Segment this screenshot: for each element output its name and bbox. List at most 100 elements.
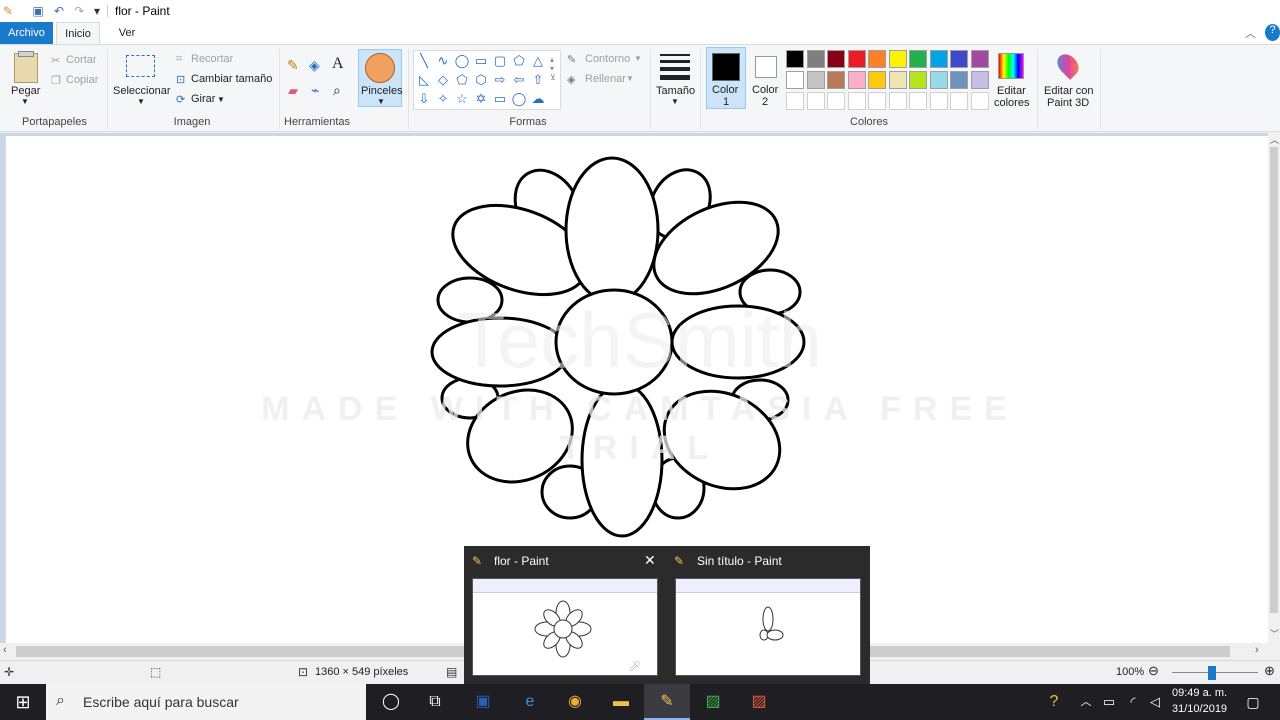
fill-dropdown-icon[interactable]: ▼ [626,74,634,83]
color2-swatch[interactable] [755,56,777,78]
palette-swatch[interactable] [827,92,845,110]
oval-callout-shape-icon[interactable]: ◯ [511,91,527,107]
tab-home[interactable]: Inicio [56,22,100,44]
polygon-shape-icon[interactable]: ⬠ [511,53,527,69]
palette-swatch[interactable] [929,92,948,110]
palette-swatch[interactable] [786,50,804,68]
palette-swatch[interactable] [868,71,886,89]
copy-button[interactable]: Copiar [66,74,98,86]
palette-swatch[interactable] [909,71,927,89]
scroll-up-icon[interactable]: ︿ [1270,133,1279,146]
palette-swatch[interactable] [970,71,989,89]
camtasia-green-icon[interactable]: ▨ [690,684,736,720]
four-point-star-shape-icon[interactable]: ✧ [435,91,451,107]
diamond-shape-icon[interactable]: ◇ [435,72,451,88]
palette-swatch[interactable] [786,71,804,89]
rectangle-shape-icon[interactable]: ▭ [473,53,489,69]
save-icon[interactable]: ▣ [30,3,46,19]
camtasia-recorder-icon[interactable]: ▨ [736,684,782,720]
tab-file[interactable]: Archivo [0,22,53,44]
palette-swatch[interactable] [929,50,948,68]
palette-swatch[interactable] [950,71,968,89]
palette-swatch[interactable] [806,50,825,68]
scroll-down-icon[interactable]: ﹀ [1270,627,1279,640]
outline-button[interactable]: Contorno [585,53,630,65]
volume-icon[interactable]: ◁ [1144,684,1166,720]
palette-swatch[interactable] [888,92,907,110]
palette-swatch[interactable] [806,92,825,110]
palette-swatch[interactable] [970,92,989,110]
select-dropdown-icon[interactable]: ▼ [137,97,145,106]
eraser-icon[interactable]: ▰ [288,83,298,99]
cloud-callout-shape-icon[interactable]: ☁ [530,91,546,107]
five-point-star-shape-icon[interactable]: ☆ [454,91,470,107]
oval-shape-icon[interactable]: ◯ [454,53,470,69]
show-hidden-icons-icon[interactable]: ︿ [1076,684,1096,720]
line-shape-icon[interactable]: ╲ [416,53,432,69]
tab-view[interactable]: Ver [108,22,146,44]
up-arrow-shape-icon[interactable]: ⇧ [530,72,546,88]
right-triangle-shape-icon[interactable]: ◺ [416,72,432,88]
size-button[interactable]: Tamaño [656,85,695,97]
shapes-scroll-icon[interactable]: ▴ ▾ ⊻ [550,55,556,82]
outline-dropdown-icon[interactable]: ▼ [634,54,642,63]
color-picker-icon[interactable]: ⌁ [311,82,319,99]
palette-swatch[interactable] [909,92,927,110]
palette-swatch[interactable] [827,50,845,68]
paint-taskbar-icon[interactable]: ✎ [644,684,690,720]
palette-swatch[interactable] [847,71,866,89]
select-icon[interactable] [126,55,155,77]
cortana-icon[interactable]: ◯ [368,684,414,720]
thumbnail-preview-untitled[interactable] [675,578,861,676]
help-tray-icon[interactable]: ? [1040,684,1068,720]
zoom-slider-thumb[interactable] [1208,666,1216,680]
cut-button[interactable]: Cortar [66,54,97,66]
palette-swatch[interactable] [868,50,886,68]
magnifier-icon[interactable]: ⌕ [333,82,341,99]
file-explorer-icon[interactable]: ▬ [598,684,644,720]
clock-date[interactable]: 31/10/2019 [1172,703,1227,715]
palette-swatch[interactable] [847,92,866,110]
brushes-dropdown-icon[interactable]: ▼ [377,97,385,106]
size-dropdown-icon[interactable]: ▼ [671,97,679,106]
palette-swatch[interactable] [786,92,804,110]
zoom-out-icon[interactable]: ⊖ [1148,663,1159,679]
windows-start-icon[interactable]: ⊞ [0,684,46,720]
pentagon-shape-icon[interactable]: ⬠ [454,72,470,88]
crop-button[interactable]: Recortar [191,53,233,65]
paint3d-icon[interactable] [1053,50,1083,80]
battery-icon[interactable]: ▭ [1098,684,1120,720]
notifications-icon[interactable]: ▢ [1238,684,1268,720]
palette-swatch[interactable] [909,50,927,68]
fill-button[interactable]: Rellenar [585,73,626,85]
palette-swatch[interactable] [827,71,845,89]
edit-colors-icon[interactable] [998,53,1024,79]
resize-button[interactable]: Cambiar tamaño [191,73,272,85]
text-tool-icon[interactable]: A [332,55,344,73]
word-icon[interactable]: ▣ [460,684,506,720]
wifi-icon[interactable]: ◜ [1122,684,1144,720]
redo-icon[interactable]: ↷ [71,3,87,19]
chrome-icon[interactable]: ◉ [552,684,598,720]
clock-time[interactable]: 09:49 a. m. [1172,687,1227,699]
close-icon[interactable]: ✕ [644,552,656,569]
zoom-in-icon[interactable]: ⊕ [1264,663,1275,679]
collapse-ribbon-icon[interactable]: ︿ [1245,25,1256,41]
rotate-dropdown-icon[interactable]: ▼ [217,95,225,104]
customize-icon[interactable]: ▾ [89,3,105,19]
pencil-icon[interactable]: ✎ [287,57,299,74]
scroll-right-icon[interactable]: › [1255,644,1259,656]
six-point-star-shape-icon[interactable]: ✡ [473,91,489,107]
paste-button[interactable]: Pegar [11,85,40,97]
rounded-rectangle-shape-icon[interactable]: ▢ [492,53,508,69]
palette-swatch[interactable] [888,50,907,68]
palette-swatch[interactable] [888,71,907,89]
palette-swatch[interactable] [847,50,866,68]
paste-icon[interactable] [14,53,38,83]
rotate-button[interactable]: Girar [191,93,215,105]
paste-dropdown-icon[interactable]: ▼ [21,97,29,106]
vertical-scroll-thumb[interactable] [1270,147,1278,613]
palette-swatch[interactable] [929,71,948,89]
select-button[interactable]: Seleccionar [113,85,170,97]
left-arrow-shape-icon[interactable]: ⇦ [511,72,527,88]
